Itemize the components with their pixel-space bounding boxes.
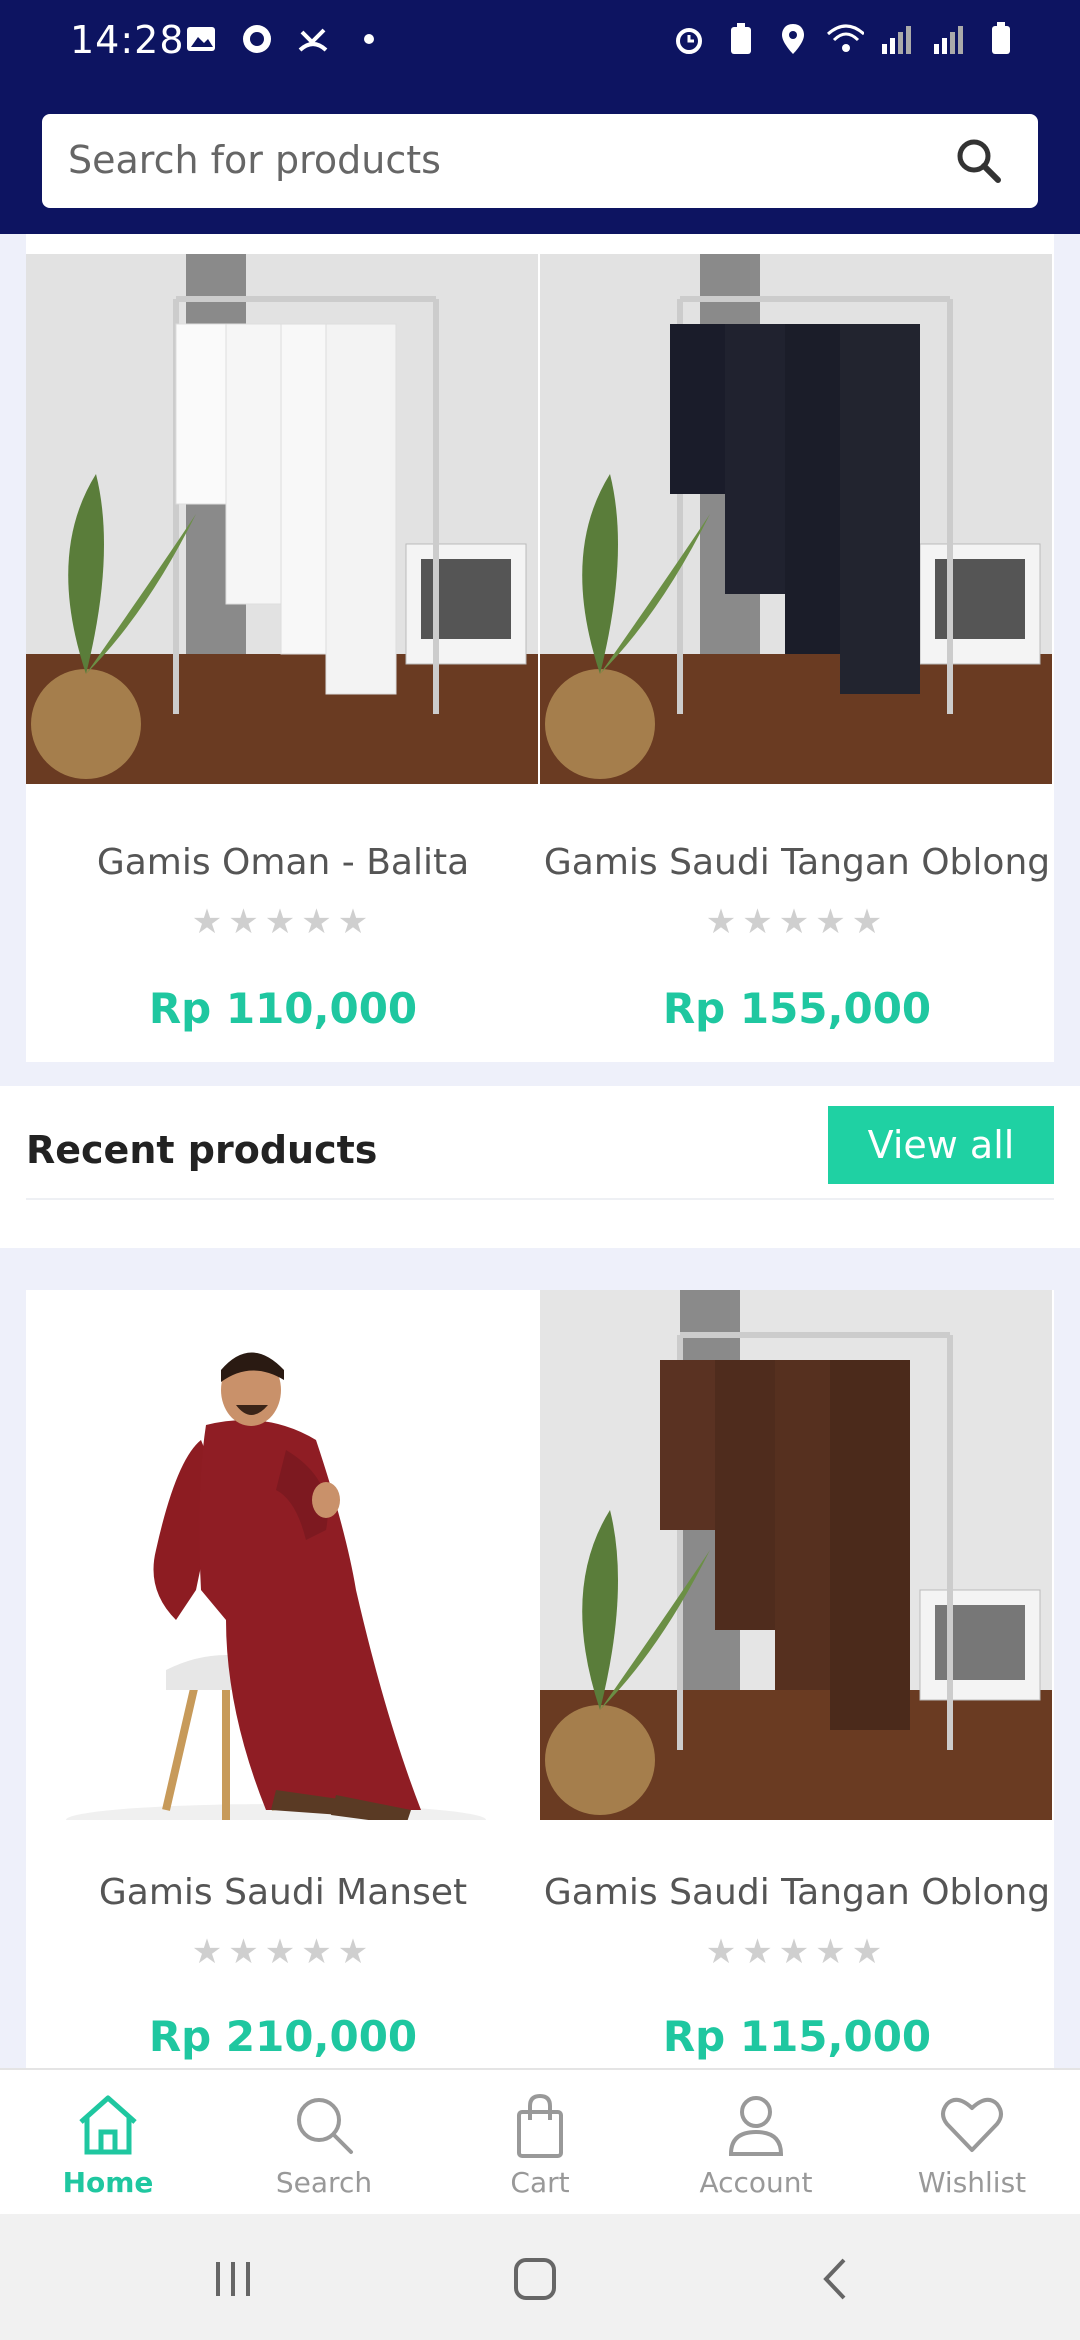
product-price: Rp 110,000 <box>148 984 418 1033</box>
nav-label: Home <box>62 2166 154 2199</box>
nav-label: Wishlist <box>917 2166 1027 2199</box>
product-name[interactable]: Gamis Saudi Manset <box>26 1872 540 1913</box>
status-bar: 14:28 <box>0 0 1080 84</box>
system-navigation-bar <box>0 2214 1080 2340</box>
home-content[interactable]: Gamis Oman - Balita ★★★★★ Rp 110,000 Gam… <box>0 234 1080 2068</box>
product-image[interactable] <box>540 254 1052 784</box>
search-input[interactable]: Search for products <box>42 114 1038 208</box>
battery-icon <box>982 20 1020 58</box>
product-card[interactable]: Gamis Oman - Balita ★★★★★ Rp 110,000 <box>26 234 540 1062</box>
gallery-icon <box>182 20 220 58</box>
status-time: 14:28 <box>70 18 185 62</box>
whatsapp-icon <box>238 20 276 58</box>
nav-item-search[interactable]: Search <box>216 2070 432 2214</box>
battery-saver-icon <box>722 20 760 58</box>
featured-products-grid: Gamis Oman - Balita ★★★★★ Rp 110,000 Gam… <box>26 234 1054 1062</box>
nav-label: Account <box>699 2166 813 2199</box>
product-price: Rp 210,000 <box>148 2012 418 2061</box>
product-name[interactable]: Gamis Saudi Tangan Oblong <box>540 842 1054 883</box>
product-name[interactable]: Gamis Saudi Tangan Oblong <box>540 1872 1054 1913</box>
product-price: Rp 155,000 <box>662 984 932 1033</box>
divider <box>26 1198 1054 1200</box>
product-name[interactable]: Gamis Oman - Balita <box>26 842 540 883</box>
rating-stars: ★★★★★ <box>705 902 889 942</box>
nav-label: Cart <box>510 2166 570 2199</box>
product-image[interactable] <box>26 254 538 784</box>
view-all-button[interactable]: View all <box>828 1106 1054 1184</box>
back-icon[interactable] <box>812 2254 862 2304</box>
user-icon <box>728 2096 784 2156</box>
nav-item-home[interactable]: Home <box>0 2070 216 2214</box>
home-icon <box>79 2095 137 2155</box>
alarm-icon <box>670 20 708 58</box>
rating-stars: ★★★★★ <box>705 1932 889 1972</box>
nav-item-wishlist[interactable]: Wishlist <box>864 2070 1080 2214</box>
search-icon[interactable] <box>950 132 1008 190</box>
product-card[interactable]: Gamis Saudi Tangan Oblong ★★★★★ Rp 155,0… <box>540 234 1054 1062</box>
section-title: Recent products <box>26 1128 378 1172</box>
rating-stars: ★★★★★ <box>191 902 375 942</box>
recent-apps-icon[interactable] <box>208 2254 258 2304</box>
product-card[interactable]: Gamis Saudi Tangan Oblong ★★★★★ Rp 115,0… <box>540 1290 1054 2068</box>
recent-products-grid: Gamis Saudi Manset ★★★★★ Rp 210,000 Gami… <box>26 1290 1054 2068</box>
product-image[interactable] <box>540 1290 1052 1820</box>
home-button-icon[interactable] <box>510 2254 560 2304</box>
heart-icon <box>941 2097 1003 2152</box>
notification-dot-icon <box>350 20 388 58</box>
missed-call-icon <box>294 20 332 58</box>
location-icon <box>774 20 812 58</box>
bottom-navigation: Home Search Cart Account Wishlist <box>0 2068 1080 2214</box>
product-card[interactable]: Gamis Saudi Manset ★★★★★ Rp 210,000 <box>26 1290 540 2068</box>
signal-2-icon <box>930 20 968 58</box>
recent-products-header: Recent products View all <box>0 1086 1080 1248</box>
bag-icon <box>517 2093 563 2158</box>
search-placeholder: Search for products <box>68 138 441 182</box>
nav-label: Search <box>275 2166 373 2199</box>
rating-stars: ★★★★★ <box>191 1932 375 1972</box>
nav-item-cart[interactable]: Cart <box>432 2070 648 2214</box>
app-bar: Search for products <box>0 84 1080 234</box>
search-icon <box>297 2098 353 2154</box>
signal-icon <box>878 20 916 58</box>
product-price: Rp 115,000 <box>662 2012 932 2061</box>
product-image[interactable] <box>26 1290 538 1820</box>
nav-item-account[interactable]: Account <box>648 2070 864 2214</box>
wifi-icon <box>826 20 864 58</box>
